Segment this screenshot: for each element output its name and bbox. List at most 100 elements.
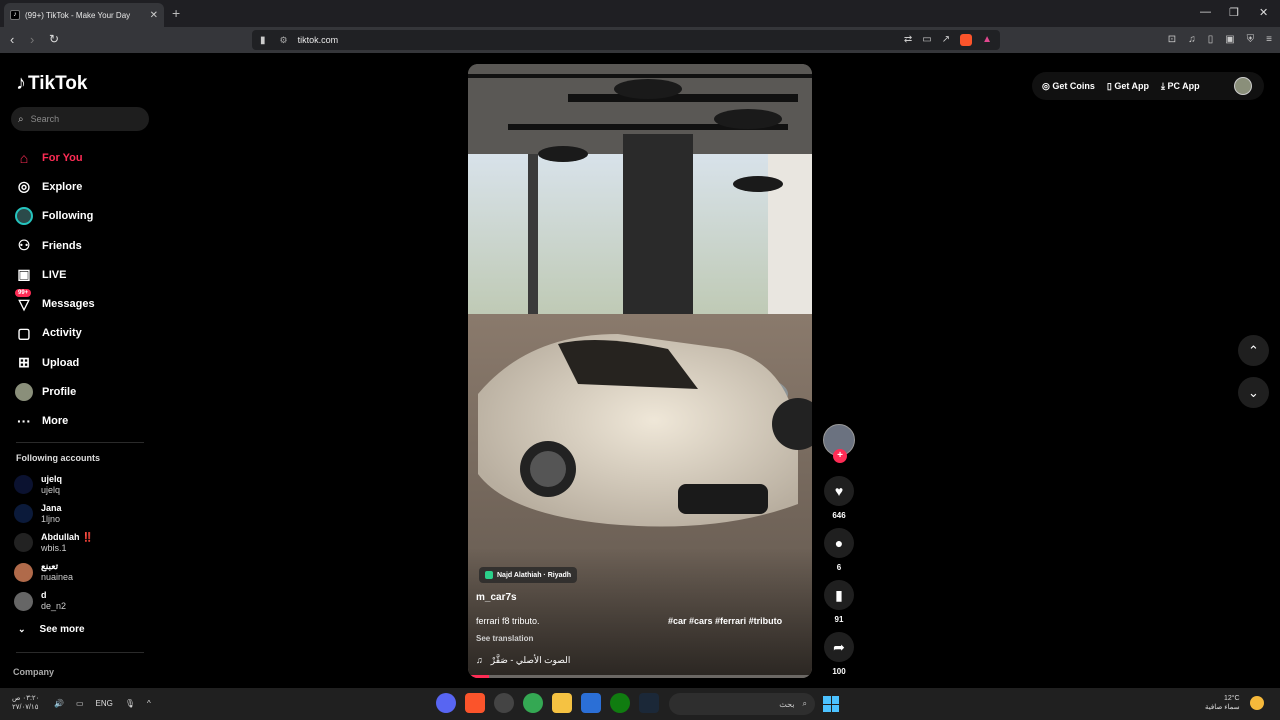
video-progress-bar[interactable] <box>468 675 812 678</box>
next-video-button[interactable]: ⌄ <box>1238 377 1269 408</box>
window-close-icon[interactable]: ✕ <box>1259 6 1268 19</box>
pc-app-button[interactable]: ⤓ PC App <box>1161 81 1200 92</box>
company-link[interactable]: Company <box>13 667 54 677</box>
get-app-button[interactable]: ▯ Get App <box>1107 81 1149 92</box>
volume-icon[interactable]: 🔊 <box>54 699 64 708</box>
nav-friends[interactable]: ⚇ Friends <box>15 231 95 260</box>
weather-widget[interactable]: 12°C سماء صافية <box>1205 694 1240 712</box>
nav-explore[interactable]: ◎ Explore <box>15 172 95 201</box>
video-progress-fill <box>468 675 489 678</box>
translate-icon[interactable]: ⇄ <box>904 34 912 46</box>
video-hashtags[interactable]: #car #cars #ferrari #tributo <box>668 616 782 626</box>
like-button[interactable]: ♥ <box>824 476 854 506</box>
cast-icon[interactable]: ▭ <box>922 34 931 46</box>
video-player[interactable]: Najd Alathiah · Riyadh m_car7s ferrari f… <box>468 64 812 678</box>
app-icon[interactable] <box>494 693 514 713</box>
nav-profile[interactable]: Profile <box>15 377 95 406</box>
windows-start-icon[interactable] <box>823 696 839 712</box>
coin-icon: ◎ <box>1042 80 1053 91</box>
compass-icon: ◎ <box>17 178 31 195</box>
see-translation-button[interactable]: See translation <box>476 634 533 643</box>
screenshot-icon[interactable]: ⊡ <box>1168 34 1176 45</box>
tray-chevron-icon[interactable]: ^ <box>147 699 151 708</box>
address-toolbar: ‹ › ↻ ▮ ⚙ tiktok.com ⇄ ▭ ↗ ▲ ⊡ ♫ ▯ ▣ ⛨ ≡ <box>0 27 1280 53</box>
language-indicator[interactable]: ENG <box>96 699 113 708</box>
location-tag[interactable]: Najd Alathiah · Riyadh <box>479 567 578 583</box>
music-note-icon: ♫ <box>476 655 483 665</box>
file-explorer-icon[interactable] <box>552 693 572 713</box>
creator-avatar[interactable]: + <box>823 424 855 463</box>
follow-plus-icon[interactable]: + <box>833 449 847 463</box>
activity-icon: ▢ <box>17 324 31 341</box>
share-button[interactable]: ➦ <box>824 632 854 662</box>
url-text: tiktok.com <box>297 35 339 45</box>
brave-rewards-icon[interactable]: ▲ <box>982 34 992 46</box>
nav-activity[interactable]: ▢ Activity <box>15 319 95 348</box>
vpn-icon[interactable]: ⛨ <box>1247 34 1255 45</box>
minimize-icon[interactable]: — <box>1200 6 1211 18</box>
nav-upload[interactable]: ⊞ Upload <box>15 348 95 377</box>
profile-avatar-icon <box>15 383 33 402</box>
upload-icon: ⊞ <box>18 354 30 371</box>
search-input[interactable]: ⌕ Search <box>11 107 149 131</box>
nav-more[interactable]: ··· More <box>15 407 95 436</box>
messages-badge: 99+ <box>15 289 32 298</box>
nav-following[interactable]: Following <box>15 202 95 231</box>
sidebar-icon[interactable]: ▯ <box>1208 34 1214 45</box>
see-more-button[interactable]: ⌄ See more <box>18 624 85 635</box>
wallet-icon[interactable]: ▣ <box>1225 34 1234 45</box>
brave-icon[interactable] <box>465 693 485 713</box>
sidebar-divider <box>16 442 144 443</box>
browser-tab[interactable]: ♪ (99+) TikTok - Make Your Day ✕ <box>4 3 164 27</box>
sidebar-divider <box>16 652 144 653</box>
tiktok-favicon-icon: ♪ <box>10 10 20 20</box>
tiktok-logo[interactable]: ♪ TikTok <box>16 72 87 95</box>
new-tab-button[interactable]: + <box>172 5 180 21</box>
comment-button[interactable]: ● <box>824 528 854 558</box>
reload-icon[interactable]: ↻ <box>49 32 59 46</box>
network-icon[interactable]: ▭ <box>76 699 84 708</box>
xbox-icon[interactable] <box>610 693 630 713</box>
store-icon[interactable] <box>581 693 601 713</box>
account-item[interactable]: Jana 1ljno <box>14 499 93 528</box>
site-info-icon[interactable]: ⚙ <box>280 35 288 46</box>
music-info[interactable]: ♫ الصوت الأصلي - صَقَّرْ <box>476 655 570 666</box>
maximize-icon[interactable]: ❐ <box>1229 6 1239 19</box>
pinned-apps <box>436 693 659 713</box>
nav-for-you[interactable]: ⌂ For You <box>15 143 95 172</box>
browser-tab-strip: ♪ (99+) TikTok - Make Your Day ✕ + — ❐ ✕ <box>0 0 1280 27</box>
chrome-icon[interactable] <box>523 693 543 713</box>
video-username[interactable]: m_car7s <box>476 592 517 603</box>
microphone-icon[interactable]: 🎙 <box>125 699 135 708</box>
nav-messages[interactable]: ▽ 99+ Messages <box>15 289 95 318</box>
get-coins-button[interactable]: ◎ Get Coins <box>1042 81 1095 92</box>
save-count: 91 <box>834 615 844 624</box>
bookmark-icon[interactable]: ▮ <box>260 35 266 46</box>
more-dots-icon: ··· <box>17 413 31 430</box>
clock[interactable]: ٠٣:٢٠ ص ٢٧/٠٧/١٥ <box>12 694 39 712</box>
account-item[interactable]: تعبنع nuainea <box>14 558 93 587</box>
avatar <box>14 562 33 582</box>
forward-icon[interactable]: › <box>30 32 34 47</box>
nav-live[interactable]: ▣ LIVE <box>15 260 95 289</box>
back-icon[interactable]: ‹ <box>10 32 14 47</box>
account-item[interactable]: Abdullah ‼️ wbis.1 <box>14 528 93 557</box>
save-button[interactable]: ▮ <box>824 580 854 610</box>
home-icon: ⌂ <box>19 149 29 166</box>
share-icon[interactable]: ↗ <box>942 34 950 46</box>
media-icon[interactable]: ♫ <box>1188 34 1196 45</box>
previous-video-button[interactable]: ⌃ <box>1238 335 1269 366</box>
avatar <box>14 591 33 611</box>
taskbar-search[interactable]: بحث ⌕ <box>669 693 815 715</box>
discord-icon[interactable] <box>436 693 456 713</box>
user-avatar[interactable] <box>1234 77 1252 95</box>
account-item[interactable]: ujelq ujelq <box>14 470 93 499</box>
steam-icon[interactable] <box>639 693 659 713</box>
address-bar[interactable]: ▮ ⚙ tiktok.com ⇄ ▭ ↗ ▲ <box>252 30 1000 50</box>
avatar <box>14 533 33 553</box>
menu-icon[interactable]: ≡ <box>1266 34 1272 45</box>
weather-moon-icon <box>1250 696 1264 710</box>
tab-close-icon[interactable]: ✕ <box>150 10 158 21</box>
account-item[interactable]: d de_n2 <box>14 587 93 616</box>
brave-shields-icon[interactable] <box>960 34 973 46</box>
